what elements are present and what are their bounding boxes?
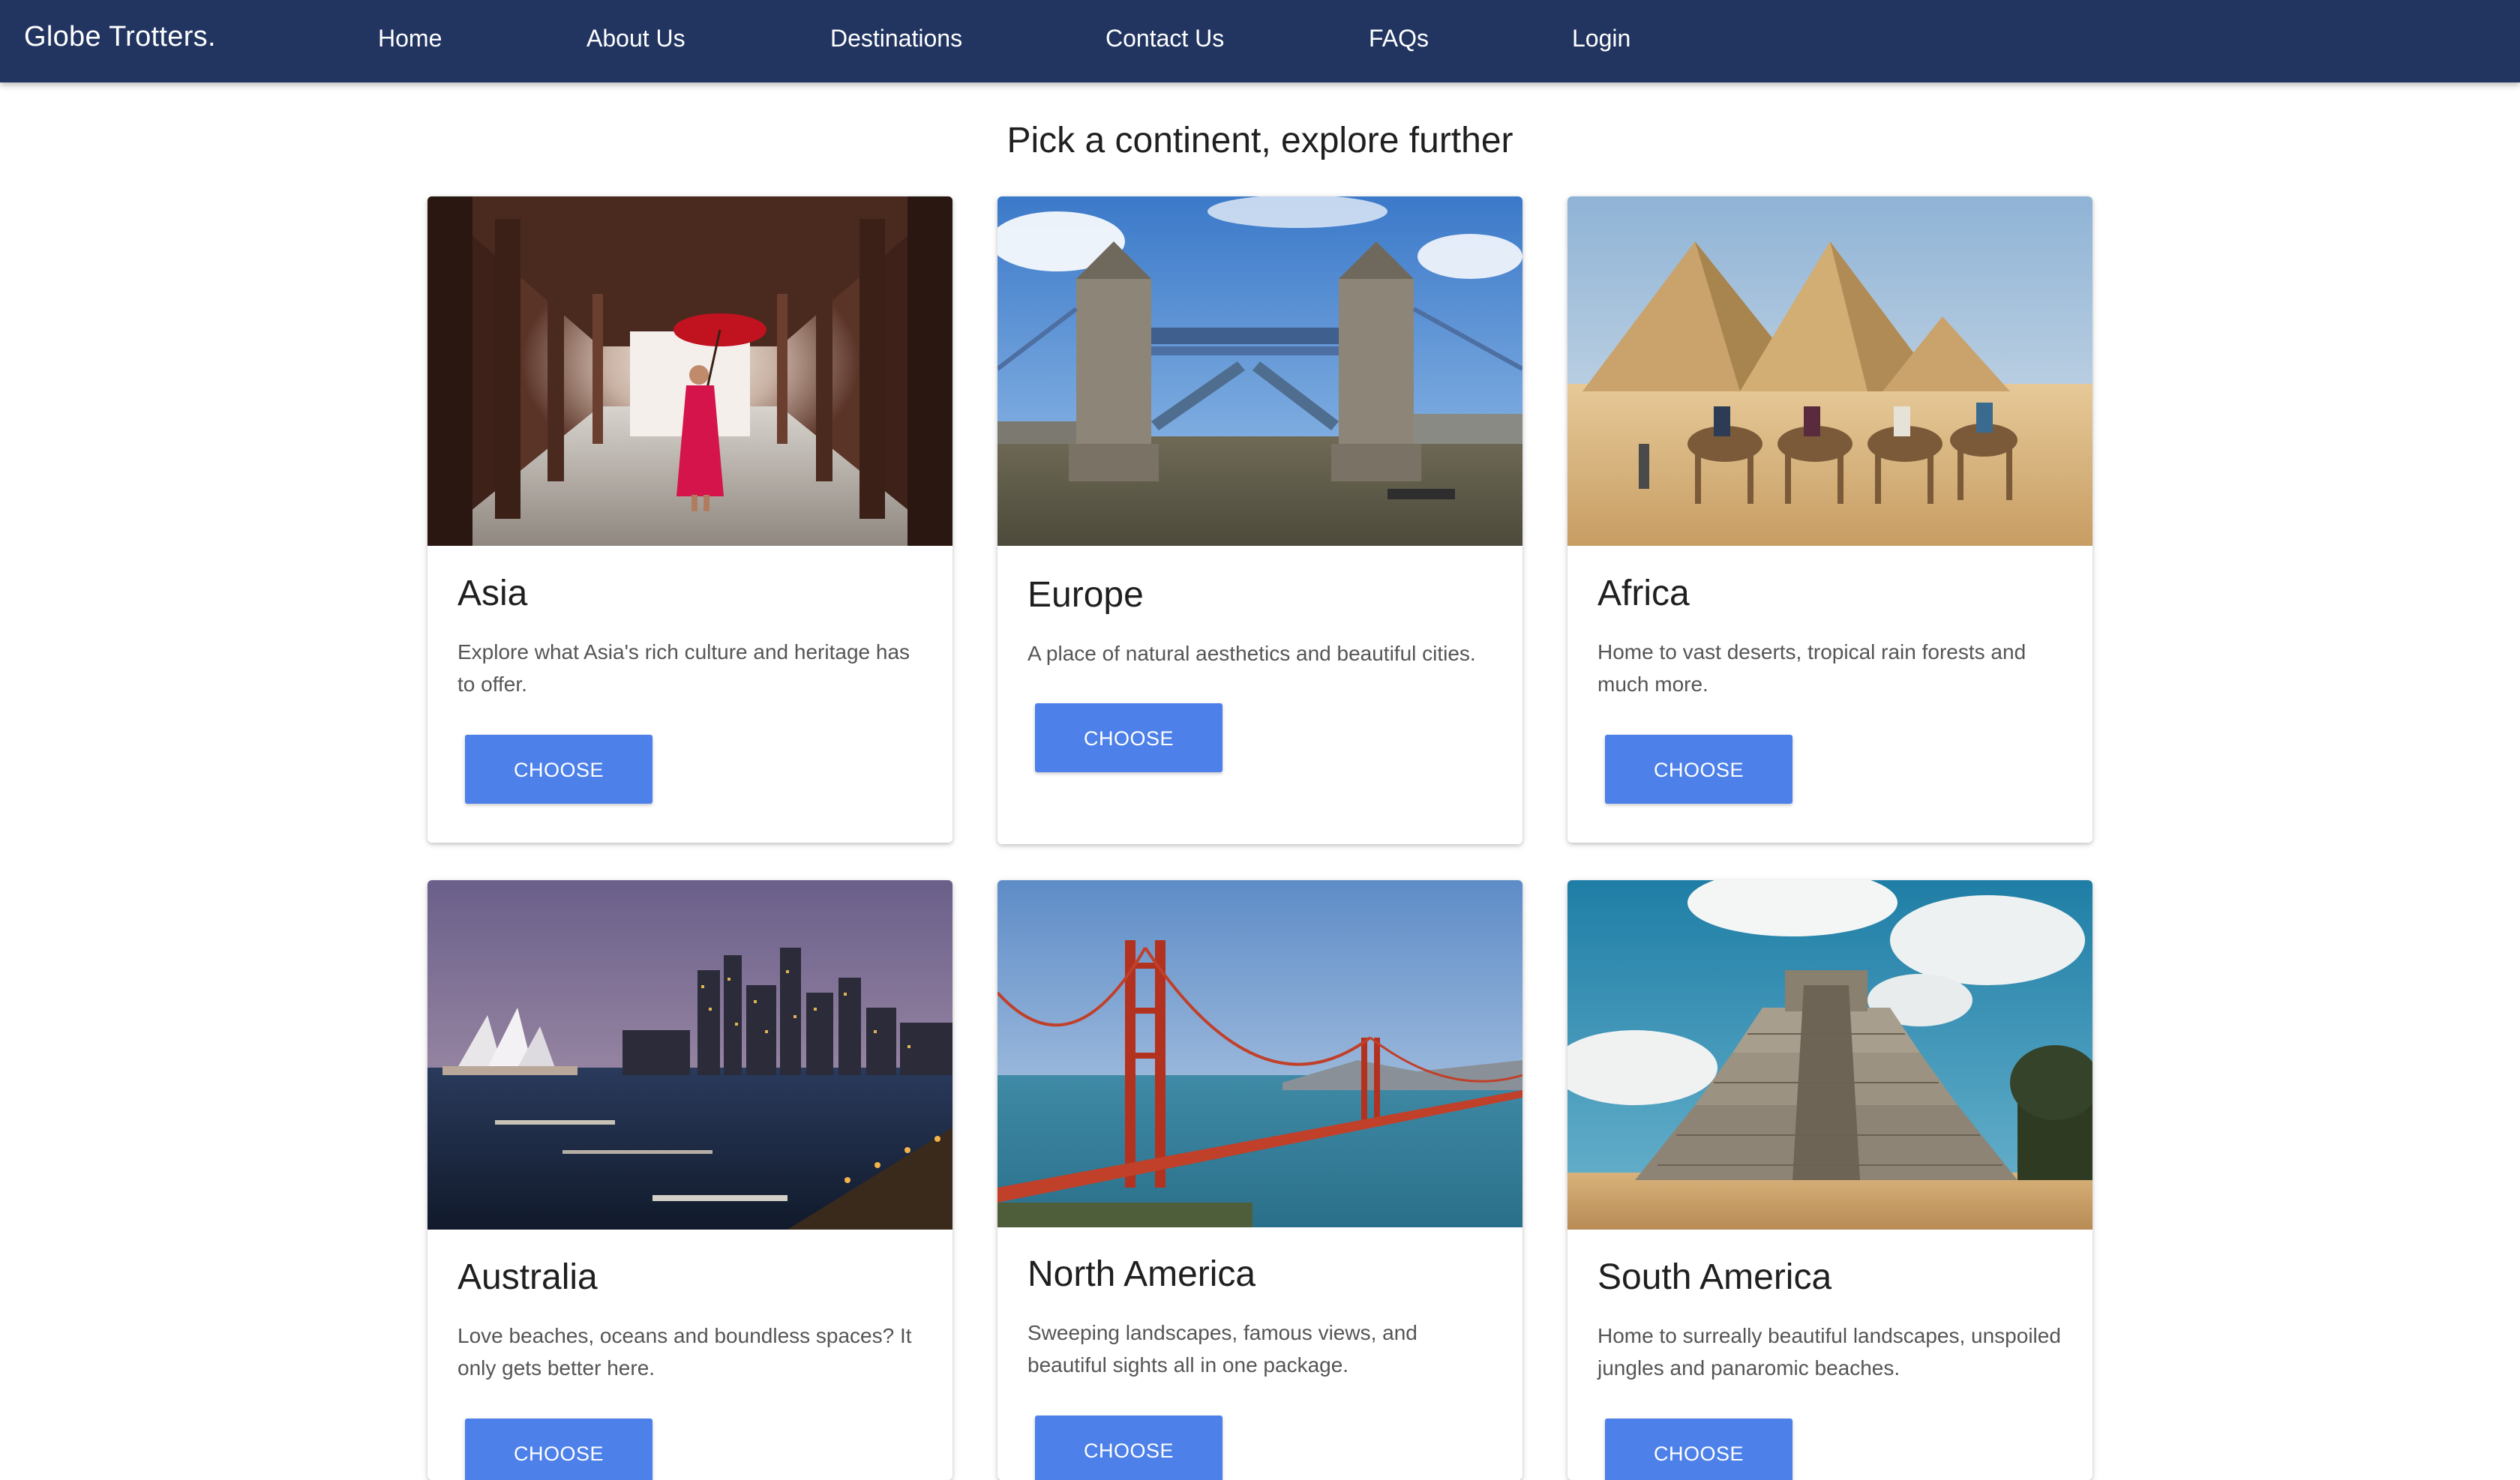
card-title: South America: [1598, 1257, 1832, 1297]
australia-photo: [428, 880, 952, 1230]
card-image: [998, 196, 1522, 546]
continent-card-asia: Asia Explore what Asia's rich culture an…: [428, 196, 952, 843]
nav-home-link[interactable]: Home: [378, 25, 442, 52]
nav-contact-link[interactable]: Contact Us: [1106, 25, 1224, 52]
card-title: Asia: [458, 574, 528, 613]
page-title: Pick a continent, explore further: [1006, 121, 1514, 160]
card-description: Explore what Asia's rich culture and her…: [458, 640, 910, 696]
choose-north-america-button[interactable]: CHOOSE: [1035, 1416, 1222, 1480]
card-image: [998, 880, 1522, 1227]
choose-australia-button[interactable]: CHOOSE: [465, 1419, 652, 1480]
continent-card-south-america: South America Home to surreally beautifu…: [1568, 880, 2092, 1480]
card-description: Home to vast deserts, tropical rain fore…: [1598, 640, 2026, 696]
card-image: [428, 880, 952, 1230]
africa-photo: [1568, 196, 2092, 546]
choose-asia-button[interactable]: CHOOSE: [465, 735, 652, 804]
choose-south-america-button[interactable]: CHOOSE: [1605, 1419, 1792, 1480]
continent-card-africa: Africa Home to vast deserts, tropical ra…: [1568, 196, 2092, 843]
navbar: Globe Trotters. Home About Us Destinatio…: [0, 0, 2520, 82]
card-title: Europe: [1028, 575, 1144, 615]
card-title: North America: [1028, 1254, 1256, 1294]
nav-destinations-link[interactable]: Destinations: [830, 25, 962, 52]
south-america-photo: [1568, 880, 2092, 1230]
card-description: Love beaches, oceans and boundless space…: [458, 1324, 912, 1380]
card-image: [428, 196, 952, 546]
card-description: Sweeping landscapes, famous views, and b…: [1028, 1321, 1418, 1377]
choose-africa-button[interactable]: CHOOSE: [1605, 735, 1792, 804]
choose-europe-button[interactable]: CHOOSE: [1035, 703, 1222, 772]
card-image: [1568, 196, 2092, 546]
north-america-photo: [998, 880, 1522, 1227]
brand-logo[interactable]: Globe Trotters.: [24, 21, 216, 53]
card-description: A place of natural aesthetics and beauti…: [1028, 642, 1476, 665]
asia-photo: [428, 196, 952, 546]
card-image: [1568, 880, 2092, 1230]
nav-login-link[interactable]: Login: [1572, 25, 1630, 52]
card-description: Home to surreally beautiful landscapes, …: [1598, 1324, 2061, 1380]
europe-photo: [998, 196, 1522, 546]
continent-card-europe: Europe A place of natural aesthetics and…: [998, 196, 1522, 844]
nav-faqs-link[interactable]: FAQs: [1369, 25, 1429, 52]
card-title: Australia: [458, 1257, 598, 1297]
continent-card-north-america: North America Sweeping landscapes, famou…: [998, 880, 1522, 1480]
continent-card-australia: Australia Love beaches, oceans and bound…: [428, 880, 952, 1480]
nav-about-link[interactable]: About Us: [586, 25, 686, 52]
card-title: Africa: [1598, 574, 1690, 613]
